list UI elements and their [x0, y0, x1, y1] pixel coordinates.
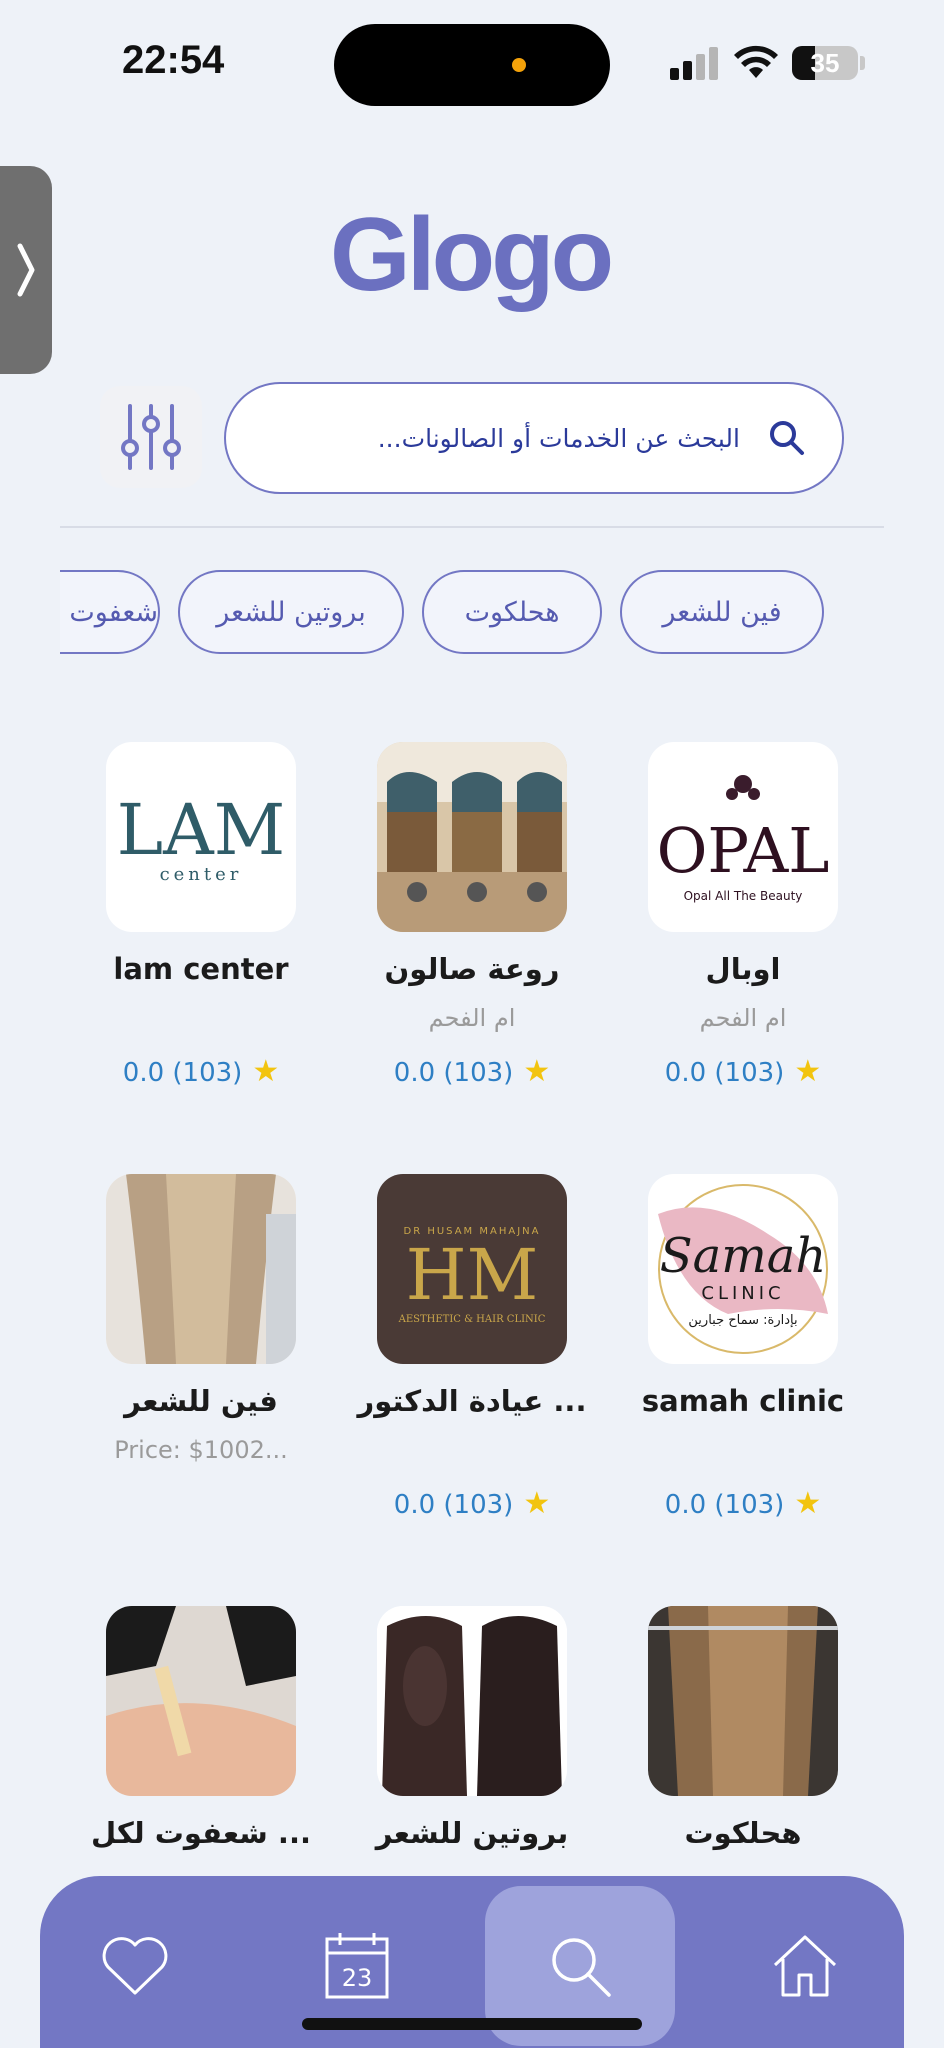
- svg-text:AESTHETIC & HAIR CLINIC: AESTHETIC & HAIR CLINIC: [398, 1314, 546, 1325]
- mic-indicator-icon: [512, 58, 526, 72]
- search-icon: [770, 421, 804, 455]
- salon-name: روعة صالون: [384, 952, 560, 986]
- chip-category[interactable]: شعفوت لكل ...: [60, 570, 160, 654]
- battery-icon: 35: [792, 46, 858, 80]
- dynamic-island: [334, 24, 610, 106]
- chip-category[interactable]: بروتين للشعر: [178, 570, 404, 654]
- salon-rating: 0.0 (103) ★: [122, 1054, 280, 1089]
- svg-text:23: 23: [342, 1964, 373, 1992]
- salon-name: عيادة الدكتور ...: [357, 1384, 587, 1418]
- salon-card[interactable]: DR HUSAM MAHAJNA HM AESTHETIC & HAIR CLI…: [347, 1174, 586, 1554]
- battery-percent: 35: [810, 48, 840, 78]
- chevron-right-icon: [17, 243, 35, 297]
- search-icon: [552, 1938, 611, 1997]
- salon-rating: 0.0 (103) ★: [664, 1486, 822, 1521]
- salon-logo: OPAL Opal All The Beauty: [648, 742, 838, 932]
- svg-text:بإدارة: سماح جبارين: بإدارة: سماح جبارين: [688, 1313, 797, 1328]
- side-drawer-handle[interactable]: [0, 166, 52, 374]
- service-photo: [106, 1606, 296, 1796]
- tab-favorites[interactable]: [40, 1886, 230, 2046]
- tab-home[interactable]: [710, 1886, 900, 2046]
- calendar-icon: 23: [325, 1933, 389, 1999]
- svg-text:Samah: Samah: [660, 1228, 827, 1284]
- salon-rating: 0.0 (103) ★: [393, 1054, 551, 1089]
- service-photo: [377, 1606, 567, 1796]
- service-price: Price: $1002...: [114, 1436, 288, 1464]
- star-icon: ★: [794, 1054, 822, 1089]
- salon-logo: Samah CLINIC بإدارة: سماح جبارين: [648, 1174, 838, 1364]
- svg-text:Opal All The Beauty: Opal All The Beauty: [684, 889, 803, 903]
- service-name: شعفوت لكل ...: [91, 1816, 311, 1850]
- salon-card[interactable]: Samah CLINIC بإدارة: سماح جبارين samah c…: [618, 1174, 844, 1554]
- service-card[interactable]: فين للشعر Price: $1002...: [76, 1174, 302, 1554]
- salon-photo: [377, 742, 567, 932]
- status-bar: 22:54 35: [0, 0, 944, 110]
- sliders-icon: [121, 404, 181, 470]
- chip-category[interactable]: هحلكوت: [422, 570, 602, 654]
- salon-logo: LAM center: [106, 742, 296, 932]
- salon-name: اوبال: [705, 952, 781, 986]
- service-name: بروتين للشعر: [375, 1816, 569, 1850]
- salon-logo: DR HUSAM MAHAJNA HM AESTHETIC & HAIR CLI…: [377, 1174, 567, 1364]
- svg-text:HM: HM: [406, 1234, 539, 1316]
- svg-text:center: center: [160, 864, 243, 885]
- salon-card[interactable]: LAM center lam center 0.0 (103) ★: [76, 742, 302, 1122]
- star-icon: ★: [794, 1486, 822, 1521]
- salon-location: ام الفحم: [699, 1004, 787, 1032]
- home-indicator: [302, 2018, 642, 2030]
- search-placeholder: البحث عن الخدمات أو الصالونات...: [377, 423, 740, 453]
- logo-text: Glogo: [330, 197, 611, 313]
- svg-text:CLINIC: CLINIC: [701, 1283, 784, 1304]
- salon-card[interactable]: روعة صالون ام الفحم 0.0 (103) ★: [347, 742, 573, 1122]
- signal-icon: [670, 46, 720, 80]
- service-name: هحلكوت: [684, 1816, 802, 1850]
- service-photo: [106, 1174, 296, 1364]
- salon-rating: 0.0 (103) ★: [393, 1486, 551, 1521]
- search-input[interactable]: البحث عن الخدمات أو الصالونات...: [224, 382, 844, 494]
- heart-icon: [102, 1937, 168, 1995]
- home-icon: [773, 1935, 837, 1997]
- star-icon: ★: [523, 1054, 551, 1089]
- category-chips: فين للشعر هحلكوت بروتين للشعر شعفوت لكل …: [60, 570, 884, 656]
- star-icon: ★: [252, 1054, 280, 1089]
- salon-name: samah clinic: [641, 1384, 845, 1418]
- svg-text:OPAL: OPAL: [657, 814, 830, 887]
- salon-name: lam center: [113, 952, 289, 986]
- salon-rating: 0.0 (103) ★: [664, 1054, 822, 1089]
- svg-text:LAM: LAM: [117, 789, 286, 871]
- chip-category[interactable]: فين للشعر: [620, 570, 824, 654]
- service-name: فين للشعر: [124, 1384, 278, 1418]
- divider: [60, 526, 884, 528]
- star-icon: ★: [523, 1486, 551, 1521]
- filter-button[interactable]: [100, 386, 202, 488]
- service-photo: [648, 1606, 838, 1796]
- salon-card[interactable]: OPAL Opal All The Beauty اوبال ام الفحم …: [618, 742, 844, 1122]
- status-time: 22:54: [122, 38, 225, 82]
- wifi-icon: [734, 45, 778, 78]
- app-logo: Glogo: [330, 197, 615, 313]
- salon-location: ام الفحم: [428, 1004, 516, 1032]
